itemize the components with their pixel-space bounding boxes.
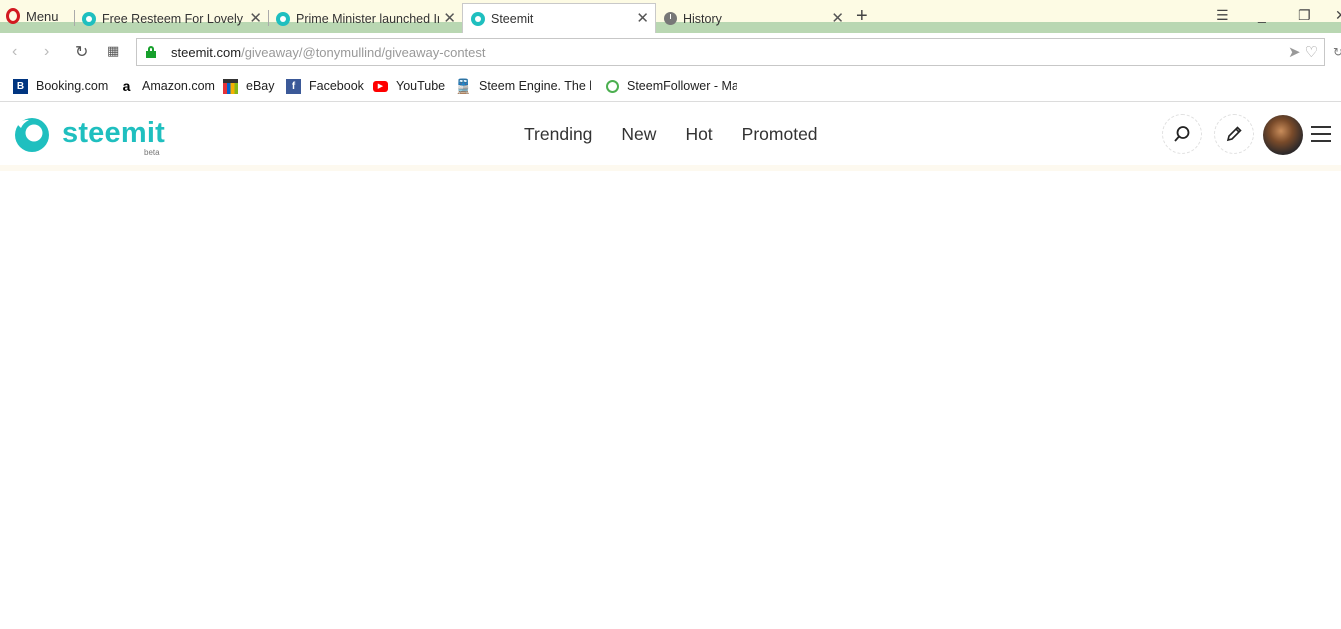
close-icon[interactable]: ✕: [636, 9, 649, 27]
opera-menu-button[interactable]: Menu: [6, 6, 59, 26]
steemit-favicon-icon: [471, 11, 485, 26]
lock-icon[interactable]: [146, 46, 156, 58]
clock-icon: [664, 12, 677, 25]
bookmark-label: YouTube: [396, 79, 446, 93]
opera-logo-icon: [6, 8, 20, 24]
bookmarks-bar: B Booking.com a Amazon.com eBay f Facebo…: [0, 71, 1341, 102]
booking-icon: B: [13, 78, 28, 94]
close-icon[interactable]: ✕: [443, 9, 456, 27]
heart-icon[interactable]: ♡: [1305, 43, 1318, 61]
beta-badge: beta: [144, 148, 160, 157]
close-icon[interactable]: ✕: [249, 9, 262, 27]
ebay-icon: [223, 78, 238, 94]
bookmark-label: Amazon.com: [142, 79, 215, 93]
window-close-icon[interactable]: ✕: [1335, 7, 1341, 24]
close-icon[interactable]: ✕: [831, 9, 844, 27]
tab-separator: [74, 10, 75, 26]
bookmark-label: Steem Engine. The be: [479, 79, 591, 93]
speed-dial-icon[interactable]: ▦: [107, 43, 119, 59]
send-icon[interactable]: ➤: [1288, 43, 1301, 61]
browser-navigation-bar: ‹ › ↻ ▦ steemit.com/giveaway/@tonymullin…: [0, 33, 1341, 71]
facebook-icon: f: [286, 78, 301, 94]
steemit-logo-icon[interactable]: [13, 116, 51, 154]
pencil-icon: [1226, 126, 1242, 142]
user-avatar[interactable]: [1263, 115, 1303, 155]
bookmark-ebay[interactable]: eBay: [223, 77, 275, 95]
nav-trending[interactable]: Trending: [524, 124, 592, 145]
tab-steemit-active[interactable]: Steemit ✕: [462, 3, 656, 33]
steemit-favicon-icon: [276, 11, 290, 26]
header-divider: [0, 165, 1341, 171]
tab-prime-minister[interactable]: Prime Minister launched In ✕: [268, 4, 462, 33]
url-domain: steemit.com: [171, 45, 242, 60]
menu-label: Menu: [26, 8, 59, 24]
bookmark-label: SteemFollower - Mar: [627, 79, 737, 93]
tab-separator: [268, 10, 269, 26]
tab-title: History: [683, 11, 722, 26]
tab-history[interactable]: History ✕: [656, 4, 850, 33]
main-nav: Trending New Hot Promoted: [524, 124, 847, 145]
sync-icon[interactable]: ↻: [1333, 45, 1341, 59]
nav-hot[interactable]: Hot: [685, 124, 712, 145]
steemit-header: steemit beta Trending New Hot Promoted: [0, 103, 1341, 165]
reload-icon[interactable]: ↻: [75, 42, 88, 62]
new-tab-button[interactable]: +: [856, 6, 868, 26]
back-icon[interactable]: ‹: [12, 43, 17, 61]
bookmark-label: Booking.com: [36, 79, 109, 93]
bookmark-steem-engine[interactable]: 🚆 Steem Engine. The be: [454, 77, 591, 95]
bookmark-label: Facebook: [309, 79, 364, 93]
train-icon: 🚆: [454, 77, 473, 94]
browser-tab-strip: Menu Free Resteem For Lovely Pu ✕ Prime …: [0, 0, 1341, 33]
tab-menu-icon[interactable]: ☰: [1216, 7, 1229, 24]
nav-promoted[interactable]: Promoted: [742, 124, 818, 145]
youtube-icon: ▶: [373, 80, 388, 92]
bookmark-steemfollower[interactable]: SteemFollower - Mar: [606, 77, 737, 95]
url-path: /giveaway/@tonymullind/giveaway-contest: [241, 45, 486, 60]
steemfollower-icon: [606, 79, 619, 93]
tab-free-resteem[interactable]: Free Resteem For Lovely Pu ✕: [74, 4, 268, 33]
bookmark-amazon[interactable]: a Amazon.com: [119, 77, 215, 95]
bookmark-youtube[interactable]: ▶ YouTube: [373, 77, 445, 95]
search-icon: [1174, 126, 1190, 142]
steemit-favicon-icon: [82, 11, 96, 26]
steemit-logo-text[interactable]: steemit: [62, 117, 165, 150]
bookmark-label: eBay: [246, 79, 275, 93]
amazon-icon: a: [122, 78, 131, 94]
address-bar[interactable]: steemit.com/giveaway/@tonymullind/giveaw…: [136, 38, 1325, 66]
nav-new[interactable]: New: [621, 124, 656, 145]
hamburger-menu-icon[interactable]: [1311, 126, 1331, 142]
url-text[interactable]: steemit.com/giveaway/@tonymullind/giveaw…: [171, 45, 486, 60]
tab-title: Free Resteem For Lovely Pu: [102, 11, 245, 26]
tab-title: Prime Minister launched In: [296, 11, 439, 26]
bookmark-facebook[interactable]: f Facebook: [286, 77, 364, 95]
search-button[interactable]: [1162, 114, 1202, 154]
forward-icon[interactable]: ›: [44, 43, 49, 61]
minimize-icon[interactable]: _: [1258, 7, 1266, 23]
tab-title: Steemit: [491, 11, 534, 26]
restore-icon[interactable]: ❐: [1298, 7, 1311, 24]
bookmark-booking[interactable]: B Booking.com: [13, 77, 108, 95]
write-post-button[interactable]: [1214, 114, 1254, 154]
